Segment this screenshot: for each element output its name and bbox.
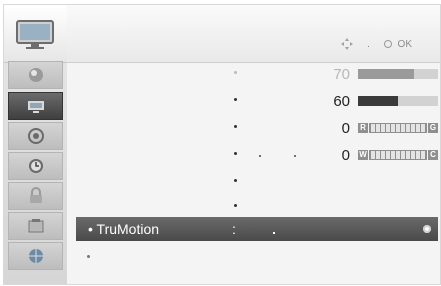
sidebar-item-option[interactable] [8,212,63,240]
sidebar [4,5,67,284]
row-bullet [234,98,237,101]
separator-dot [273,232,275,234]
setting-row[interactable]: 0 W C [67,143,440,169]
slider-fill [358,69,414,79]
footer-bullet [87,255,90,258]
ok-button-icon [383,40,392,48]
setting-value: 70 [333,66,350,83]
menu-header: . OK [67,5,440,63]
radio-indicator-icon [423,225,431,233]
separator-dot [294,155,296,157]
separator-dot [259,155,261,157]
setting-value: 0 [341,120,350,137]
setting-slider[interactable] [358,69,438,79]
sidebar-item-audio[interactable] [8,122,63,150]
color-temp-slider[interactable]: W C [358,149,438,161]
setting-row[interactable]: 0 R G [67,116,440,142]
sidebar-item-picture[interactable] [8,61,63,89]
nav-hint: . OK [340,37,412,51]
audio-icon [27,128,44,144]
slider-right-label: G [428,123,438,133]
setting-slider[interactable] [358,96,438,106]
row-bullet [234,204,237,207]
screen-icon [27,101,44,113]
row-bullet [234,179,237,182]
slider-fill [358,96,398,106]
network-icon [28,249,43,263]
sidebar-item-lock[interactable] [8,182,63,210]
slider-track [369,123,427,133]
tint-slider[interactable]: R G [358,122,438,134]
picture-icon [28,68,43,82]
trumotion-label: • TruMotion [88,221,160,237]
dpad-icon [340,38,353,50]
setting-row[interactable] [67,170,440,196]
lock-icon [29,187,42,203]
row-bullet [234,152,237,155]
setting-row[interactable]: 60 [67,89,440,115]
sidebar-item-screen[interactable] [8,92,63,120]
clock-icon [28,159,43,173]
monitor-icon [16,20,54,49]
slider-right-label: C [428,150,438,160]
slider-left-label: R [358,123,368,133]
setting-value: 60 [333,93,350,110]
settings-menu: . OK 70 60 0 R G 0 W C • TruMotion: [3,4,441,285]
sidebar-item-time[interactable] [8,152,63,180]
sidebar-header [4,5,67,63]
row-bullet [234,71,237,74]
trumotion-colon: : [232,221,236,237]
slider-track [369,150,427,160]
slider-left-label: W [358,150,368,160]
ok-hint-label: OK [397,38,412,50]
sidebar-item-network[interactable] [8,242,63,270]
setting-value: 0 [341,147,350,164]
option-icon [28,219,43,233]
row-bullet [234,125,237,128]
trumotion-row[interactable]: • TruMotion : [76,217,438,241]
setting-row[interactable]: 70 [67,62,440,88]
